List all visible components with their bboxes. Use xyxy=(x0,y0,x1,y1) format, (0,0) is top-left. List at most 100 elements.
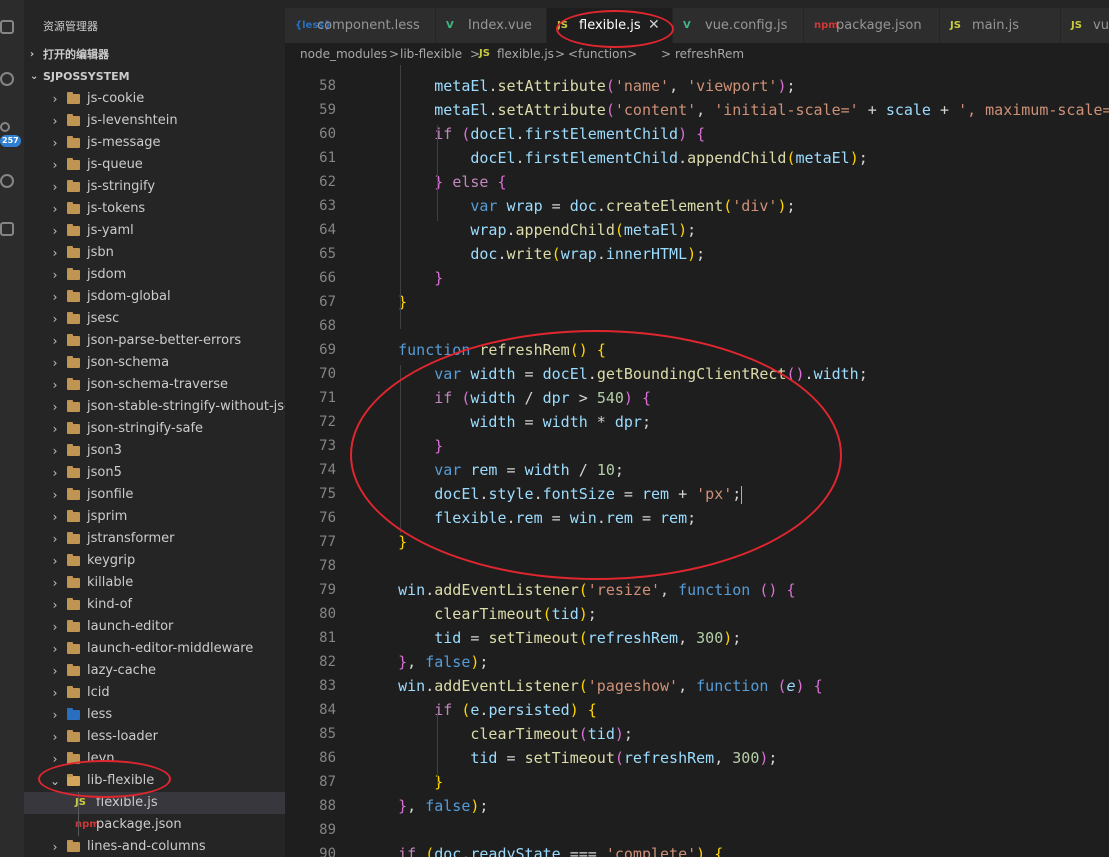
tree-item-label: lines-and-columns xyxy=(87,839,206,854)
file-item[interactable]: JS flexible.js xyxy=(24,792,285,814)
tab-vue[interactable]: JS vue xyxy=(1061,8,1109,43)
folder-item[interactable]: › js-cookie xyxy=(24,88,285,110)
folder-item[interactable]: › js-stringify xyxy=(24,176,285,198)
code-text: } xyxy=(398,533,408,551)
folder-item[interactable]: › less-loader xyxy=(24,726,285,748)
folder-item[interactable]: › lines-and-columns xyxy=(24,836,285,857)
folder-item[interactable]: › levn xyxy=(24,748,285,770)
chevron-right-icon: › xyxy=(52,620,58,634)
chevron-right-icon: › xyxy=(52,532,58,546)
tab-component-less[interactable]: {less} component.less xyxy=(285,8,436,43)
activity-bar: 257 xyxy=(0,0,24,857)
line-number: 86 xyxy=(319,750,336,766)
code-editor[interactable]: 58 metaEl.setAttribute('name', 'viewport… xyxy=(285,65,1109,857)
extensions-icon[interactable] xyxy=(0,222,14,236)
tab-vue-config-js[interactable]: Vvue.config.js xyxy=(673,8,804,43)
debug-icon[interactable] xyxy=(0,174,14,188)
folder-icon xyxy=(67,664,80,676)
folder-item[interactable]: › js-yaml xyxy=(24,220,285,242)
file-item[interactable]: npm package.json xyxy=(24,814,285,836)
chevron-right-icon: › xyxy=(52,642,58,656)
source-control-icon[interactable] xyxy=(0,122,10,132)
folder-item[interactable]: › json-schema xyxy=(24,352,285,374)
explorer-icon[interactable] xyxy=(0,20,14,34)
folder-icon xyxy=(67,730,80,742)
code-text: clearTimeout(tid); xyxy=(470,725,633,743)
folder-item[interactable]: › json-stable-stringify-without-jso... xyxy=(24,396,285,418)
folder-item[interactable]: › json5 xyxy=(24,462,285,484)
js-file-icon: JS xyxy=(75,797,86,808)
folder-item[interactable]: › killable xyxy=(24,572,285,594)
tab-label: main.js xyxy=(972,18,1019,33)
folder-icon xyxy=(67,620,80,632)
folder-item[interactable]: › js-message xyxy=(24,132,285,154)
folder-item[interactable]: ⌄ lib-flexible xyxy=(24,770,285,792)
tab-package-json[interactable]: npm package.json xyxy=(804,8,940,43)
tab-main-js[interactable]: JS main.js xyxy=(940,8,1061,43)
folder-item[interactable]: › lazy-cache xyxy=(24,660,285,682)
indent-guide xyxy=(400,65,401,329)
chevron-right-icon: › xyxy=(52,224,58,238)
open-editors-section[interactable]: › 打开的编辑器 xyxy=(24,44,285,66)
chevron-right-icon: › xyxy=(52,422,58,436)
folder-icon xyxy=(67,202,80,214)
breadcrumb-item[interactable]: lib-flexible xyxy=(400,43,462,65)
code-text: }, false); xyxy=(398,797,489,815)
tab-index-vue[interactable]: V Index.vue xyxy=(436,8,547,43)
tab-flexible-js[interactable]: JS flexible.js ✕ xyxy=(547,8,673,43)
breadcrumb-item[interactable]: flexible.js xyxy=(497,43,554,65)
folder-item[interactable]: › kind-of xyxy=(24,594,285,616)
code-line: 90 if (doc.readyState === 'complete') { xyxy=(285,842,1109,857)
folder-icon xyxy=(67,356,80,368)
line-number: 74 xyxy=(319,462,336,478)
code-text: var wrap = doc.createElement('div'); xyxy=(470,197,796,215)
tab-label: vue.config.js xyxy=(705,18,788,33)
breadcrumb-item[interactable]: <function> xyxy=(568,43,637,65)
tree-item-label: lib-flexible xyxy=(87,773,155,788)
tree-item-label: lazy-cache xyxy=(87,663,157,678)
chevron-right-icon: › xyxy=(52,598,58,612)
folder-item[interactable]: › launch-editor-middleware xyxy=(24,638,285,660)
folder-item[interactable]: › keygrip xyxy=(24,550,285,572)
code-text: } xyxy=(434,437,444,455)
folder-item[interactable]: › jstransformer xyxy=(24,528,285,550)
folder-icon xyxy=(67,554,80,566)
folder-item[interactable]: › js-queue xyxy=(24,154,285,176)
breadcrumb-item[interactable]: JS xyxy=(479,43,490,65)
search-icon[interactable] xyxy=(0,72,14,86)
line-number: 75 xyxy=(319,486,336,502)
folder-item[interactable]: › json-stringify-safe xyxy=(24,418,285,440)
folder-item[interactable]: › json-schema-traverse xyxy=(24,374,285,396)
folder-item[interactable]: › js-tokens xyxy=(24,198,285,220)
chevron-down-icon: ⌄ xyxy=(30,71,39,82)
folder-item[interactable]: › js-levenshtein xyxy=(24,110,285,132)
editor-tab-bar: {less} component.less V Index.vue JS flexible… xyxy=(285,0,1109,43)
folder-item[interactable]: › jsonfile xyxy=(24,484,285,506)
folder-item[interactable]: › lcid xyxy=(24,682,285,704)
breadcrumb-item[interactable]: node_modules xyxy=(300,43,387,65)
line-number: 79 xyxy=(319,582,336,598)
folder-item[interactable]: › launch-editor xyxy=(24,616,285,638)
line-number: 73 xyxy=(319,438,336,454)
folder-icon xyxy=(67,752,80,764)
folder-item[interactable]: › less xyxy=(24,704,285,726)
code-line: 61 docEl.firstElementChild.appendChild(m… xyxy=(285,146,1109,170)
folder-item[interactable]: › jsdom xyxy=(24,264,285,286)
folder-item[interactable]: › json3 xyxy=(24,440,285,462)
folder-icon xyxy=(67,158,80,170)
project-section[interactable]: ⌄ SJPOSSYSTEM xyxy=(24,66,285,88)
folder-item[interactable]: › jsbn xyxy=(24,242,285,264)
chevron-right-icon: › xyxy=(52,444,58,458)
folder-item[interactable]: › json-parse-better-errors xyxy=(24,330,285,352)
line-number: 85 xyxy=(319,726,336,742)
close-icon[interactable]: ✕ xyxy=(648,8,660,43)
folder-item[interactable]: › jsprim xyxy=(24,506,285,528)
line-number: 77 xyxy=(319,534,336,550)
folder-item[interactable]: › jsdom-global xyxy=(24,286,285,308)
tree-item-label: keygrip xyxy=(87,553,136,568)
folder-item[interactable]: › jsesc xyxy=(24,308,285,330)
code-line: 78 xyxy=(285,554,1109,578)
line-number: 80 xyxy=(319,606,336,622)
folder-icon xyxy=(67,400,80,412)
breadcrumb-item[interactable]: refreshRem xyxy=(675,43,744,65)
